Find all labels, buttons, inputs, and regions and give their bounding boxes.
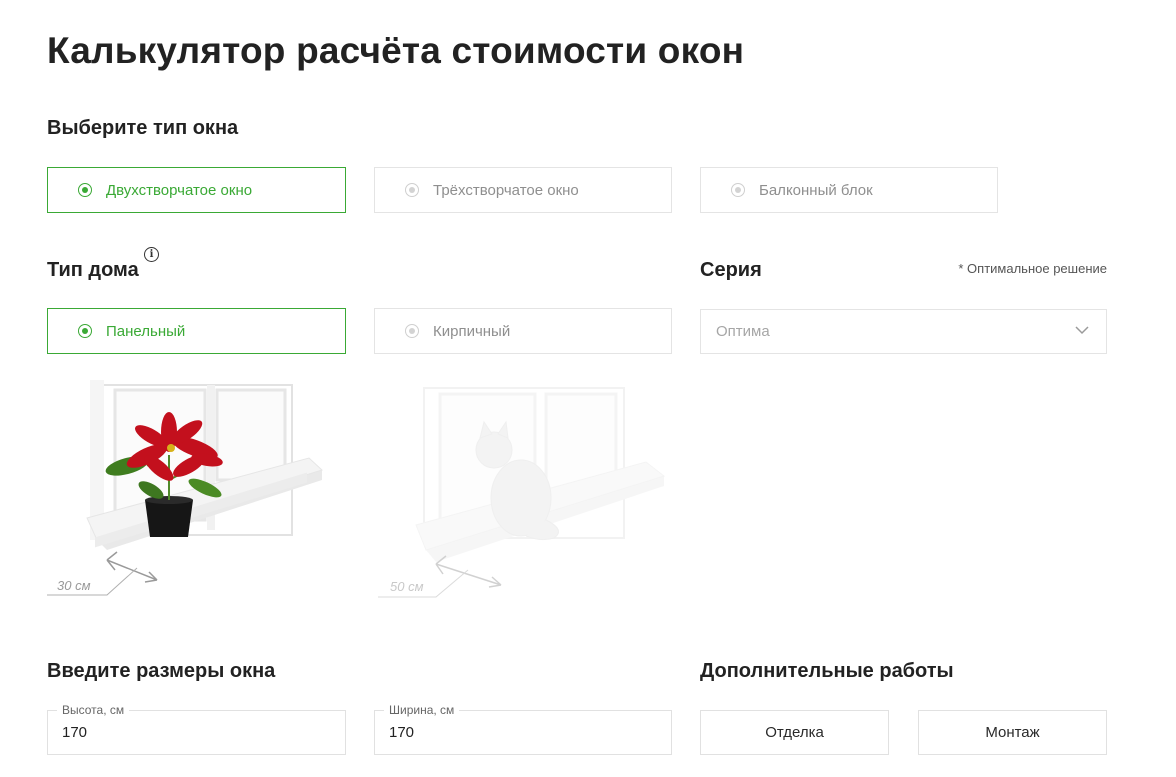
width-label: Ширина, см <box>384 703 460 717</box>
dimensions-heading: Введите размеры окна <box>47 660 276 682</box>
optimal-note: * Оптимальное решение <box>958 261 1107 276</box>
radio-icon <box>405 324 419 338</box>
height-input[interactable] <box>62 724 262 741</box>
radio-icon <box>731 183 745 197</box>
option-label: Кирпичный <box>433 322 511 340</box>
window-type-option-double[interactable]: Двухстворчатое окно <box>47 167 346 213</box>
house-type-option-brick[interactable]: Кирпичный <box>374 308 672 354</box>
double-arrow-icon <box>106 551 158 583</box>
panel-window-illustration <box>47 380 323 596</box>
house-type-heading: Тип дома <box>47 259 139 281</box>
width-field[interactable]: Ширина, см <box>374 703 672 755</box>
radio-icon <box>405 183 419 197</box>
chevron-down-icon <box>1075 326 1089 335</box>
height-label: Высота, см <box>57 703 130 717</box>
option-label: Трёхстворчатое окно <box>433 181 579 199</box>
window-type-heading: Выберите тип окна <box>47 117 239 139</box>
brick-window-illustration <box>378 387 666 598</box>
installation-button[interactable]: Монтаж <box>918 710 1107 755</box>
radio-selected-icon <box>78 324 92 338</box>
option-label: Балконный блок <box>759 181 873 199</box>
option-label: Двухстворчатое окно <box>106 181 253 199</box>
extra-works-heading: Дополнительные работы <box>700 660 954 682</box>
page-title: Калькулятор расчёта стоимости окон <box>47 30 745 71</box>
finishing-button[interactable]: Отделка <box>700 710 889 755</box>
window-type-option-triple[interactable]: Трёхстворчатое окно <box>374 167 672 213</box>
window-type-option-balcony[interactable]: Балконный блок <box>700 167 998 213</box>
height-field[interactable]: Высота, см <box>47 703 346 755</box>
double-arrow-icon <box>435 555 502 588</box>
radio-selected-icon <box>78 183 92 197</box>
option-label: Панельный <box>106 322 186 340</box>
sill-depth-label-brick: 50 см <box>390 579 424 594</box>
series-select[interactable]: Оптима <box>700 309 1107 354</box>
series-heading: Серия <box>700 259 762 281</box>
series-selected-value: Оптима <box>716 323 770 340</box>
sill-depth-label-panel: 30 см <box>57 578 91 593</box>
house-type-option-panel[interactable]: Панельный <box>47 308 346 354</box>
info-icon[interactable]: i <box>144 247 159 262</box>
width-input[interactable] <box>389 724 589 741</box>
